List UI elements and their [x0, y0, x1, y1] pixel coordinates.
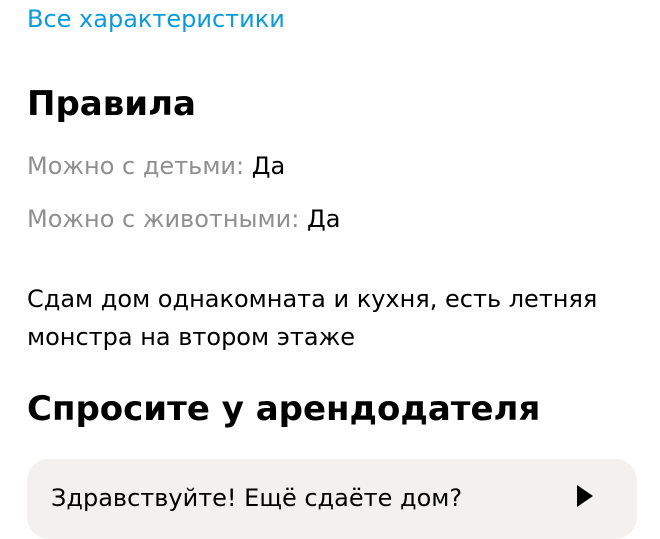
all-specs-link[interactable]: Все характеристики — [27, 2, 285, 36]
rule-row-kids: Можно с детьми: Да — [27, 149, 285, 183]
listing-description: Сдам дом однакомната и кухня, есть летня… — [27, 285, 598, 351]
rule-value: Да — [251, 152, 286, 180]
send-arrow-icon[interactable] — [577, 485, 593, 507]
rule-row-pets: Можно с животными: Да — [27, 202, 340, 236]
quick-question-text: Здравствуйте! Ещё сдаёте дом? — [51, 484, 463, 512]
rules-title: Правила — [27, 84, 196, 124]
rule-label: Можно с животными: — [27, 205, 307, 233]
ask-landlord-title: Спросите у арендодателя — [27, 389, 541, 429]
rule-label: Можно с детьми: — [27, 152, 252, 180]
quick-question-button[interactable]: Здравствуйте! Ещё сдаёте дом? — [27, 459, 637, 539]
rule-value: Да — [306, 205, 341, 233]
